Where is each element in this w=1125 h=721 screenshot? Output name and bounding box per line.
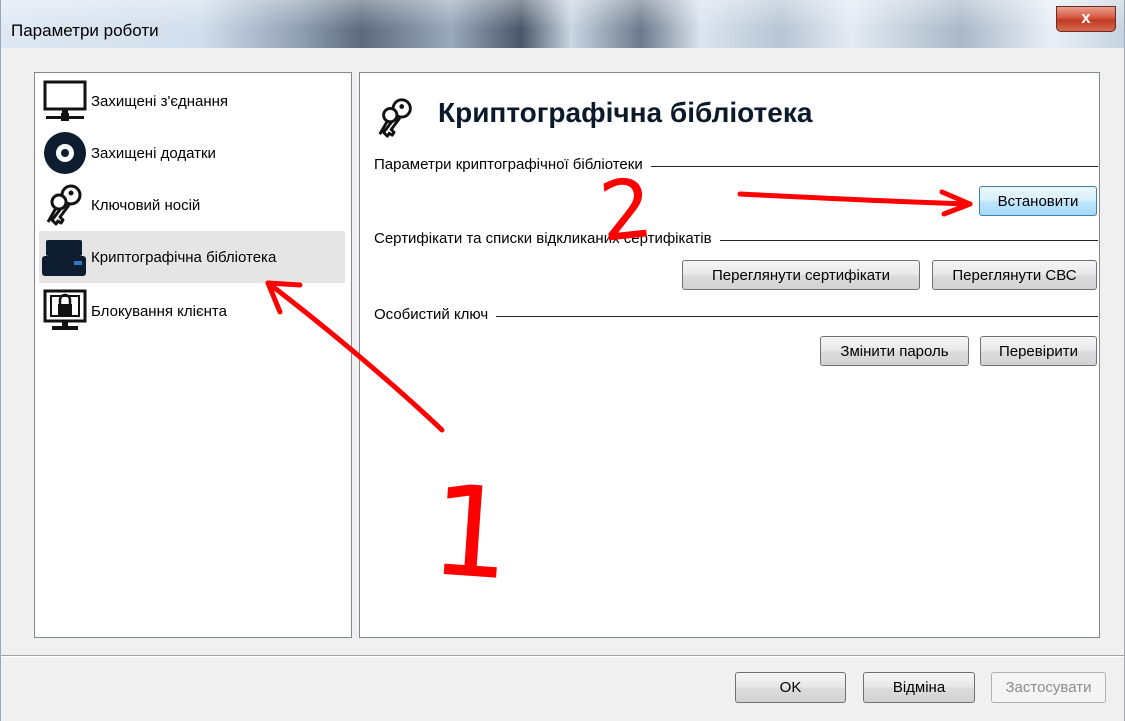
sidebar-item-secure-connections[interactable]: Захищені з'єднання bbox=[39, 77, 345, 125]
change-password-button[interactable]: Змінити пароль bbox=[820, 336, 969, 366]
dialog-client-area: Захищені з'єднання Захищені додатки Ключ… bbox=[12, 55, 1115, 655]
sidebar-item-secure-apps[interactable]: Захищені додатки bbox=[39, 129, 345, 177]
sidebar-item-label: Захищені з'єднання bbox=[91, 92, 229, 110]
sidebar-item-label: Захищені додатки bbox=[91, 144, 216, 162]
usb-drive-icon bbox=[39, 234, 91, 280]
settings-panel: Криптографічна бібліотека Параметри крип… bbox=[359, 72, 1100, 638]
sidebar-item-crypto-library[interactable]: Криптографічна бібліотека bbox=[39, 231, 345, 283]
group-label-certificates: Сертифікати та списки відкликаних сертиф… bbox=[374, 230, 720, 247]
disc-icon bbox=[39, 130, 91, 176]
view-certificates-button[interactable]: Переглянути сертифікати bbox=[682, 260, 920, 290]
sidebar-nav: Захищені з'єднання Захищені додатки Ключ… bbox=[34, 72, 352, 638]
title-bar[interactable]: Параметри роботи x bbox=[1, 0, 1124, 48]
sidebar-item-label: Криптографічна бібліотека bbox=[91, 248, 277, 266]
sidebar-item-label: Блокування клієнта bbox=[91, 302, 227, 320]
window-title: Параметри роботи bbox=[11, 21, 159, 40]
apply-button[interactable]: Застосувати bbox=[991, 672, 1106, 703]
verify-button[interactable]: Перевірити bbox=[980, 336, 1097, 366]
sidebar-item-label: Ключовий носій bbox=[91, 196, 201, 214]
group-label-private-key: Особистий ключ bbox=[374, 306, 497, 323]
page-title: Криптографічна бібліотека bbox=[438, 97, 813, 128]
keys-icon bbox=[39, 182, 91, 228]
ok-button[interactable]: OK bbox=[735, 672, 846, 703]
install-button[interactable]: Встановити bbox=[979, 186, 1097, 216]
settings-window: Параметри роботи x Захищені з'єднання За… bbox=[0, 0, 1125, 721]
sidebar-item-client-lock[interactable]: Блокування клієнта bbox=[39, 287, 345, 335]
lock-screen-icon bbox=[39, 288, 91, 334]
monitor-network-icon bbox=[39, 78, 91, 124]
sidebar-item-key-carrier[interactable]: Ключовий носій bbox=[39, 181, 345, 229]
keys-icon bbox=[374, 95, 418, 141]
close-button[interactable]: x bbox=[1056, 6, 1116, 32]
view-crl-button[interactable]: Переглянути СВС bbox=[932, 260, 1097, 290]
cancel-button[interactable]: Відміна bbox=[863, 672, 975, 703]
group-label-crypto-params: Параметри криптографічної бібліотеки bbox=[374, 156, 651, 173]
footer-divider-highlight bbox=[1, 656, 1124, 657]
